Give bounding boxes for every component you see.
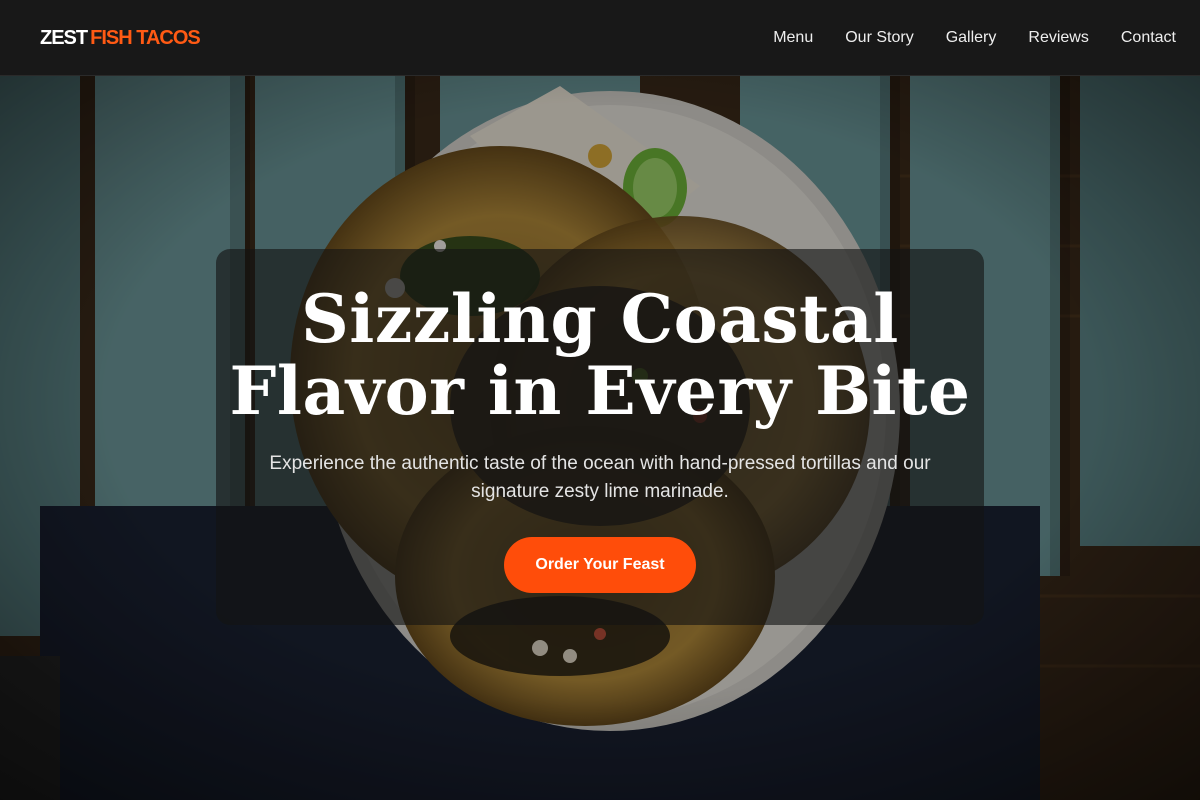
landing-page: ZEST FISH TACOS Menu Our Story Gallery Re…	[0, 0, 1200, 800]
top-navbar: ZEST FISH TACOS Menu Our Story Gallery Re…	[0, 0, 1200, 76]
nav-link-gallery[interactable]: Gallery	[946, 29, 997, 47]
nav-link-reviews[interactable]: Reviews	[1028, 29, 1088, 47]
order-your-feast-button[interactable]: Order Your Feast	[504, 537, 696, 593]
nav-link-menu[interactable]: Menu	[773, 29, 813, 47]
hero-title-line-1: Sizzling Coastal	[301, 280, 899, 358]
hero-subtitle: Experience the authentic taste of the oc…	[269, 453, 931, 502]
hero-section: Sizzling Coastal Flavor in Every Bite Ex…	[0, 76, 1200, 800]
hero-title-line-2: Flavor in Every Bite	[229, 352, 971, 430]
brand-word-fish-tacos: FISH TACOS	[90, 27, 201, 49]
nav-link-our-story[interactable]: Our Story	[845, 29, 913, 47]
primary-nav: Menu Our Story Gallery Reviews Contact	[773, 0, 1176, 76]
nav-link-contact[interactable]: Contact	[1121, 29, 1176, 47]
brand-word-zest: ZEST	[40, 27, 88, 49]
hero-title: Sizzling Coastal Flavor in Every Bite	[216, 283, 984, 427]
brand-logo[interactable]: ZEST FISH TACOS	[40, 25, 201, 51]
hero-card: Sizzling Coastal Flavor in Every Bite Ex…	[216, 249, 984, 625]
